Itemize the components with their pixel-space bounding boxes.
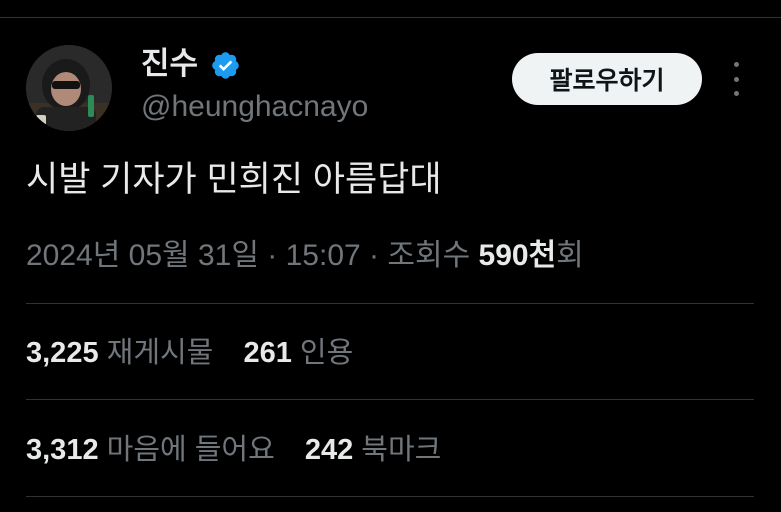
stats-row-likes: 3,312 마음에 들어요 242 북마크 <box>26 431 441 469</box>
quotes-count: 261 <box>243 337 292 369</box>
follow-button[interactable]: 팔로우하기 <box>512 53 702 105</box>
verified-badge-icon <box>212 52 239 79</box>
tweet-text: 시발 기자가 민희진 아름답대 <box>26 160 442 199</box>
bookmarks-label: 북마크 <box>361 434 442 466</box>
reposts-count: 3,225 <box>26 337 99 369</box>
avatar-image <box>26 45 112 131</box>
tweet-time[interactable]: 15:07 <box>286 239 361 272</box>
views-count: 590천 <box>478 239 557 272</box>
more-vertical-icon[interactable] <box>727 62 745 96</box>
reposts-stat[interactable]: 3,225 재게시물 <box>26 334 213 372</box>
meta-separator: · <box>258 239 286 272</box>
tweet-date[interactable]: 2024년 05월 31일 <box>26 239 259 272</box>
display-name[interactable]: 진수 <box>141 45 198 83</box>
stats-row-reposts: 3,225 재게시물 261 인용 <box>26 334 353 372</box>
avatar[interactable] <box>26 45 112 131</box>
top-divider <box>0 17 781 18</box>
divider <box>26 496 754 497</box>
bookmarks-stat[interactable]: 242 북마크 <box>305 431 442 469</box>
user-handle[interactable]: @heunghacnayo <box>141 88 368 126</box>
quotes-label: 인용 <box>299 337 354 369</box>
meta-separator: · <box>360 239 388 272</box>
tweet-meta: 2024년 05월 31일 · 15:07 · 조회수 590천회 <box>26 236 584 276</box>
quotes-stat[interactable]: 261 인용 <box>243 334 353 372</box>
views-label: 조회수 <box>387 239 479 272</box>
likes-count: 3,312 <box>26 434 99 466</box>
divider <box>26 303 754 304</box>
likes-label: 마음에 들어요 <box>106 434 275 466</box>
views-suffix: 회 <box>556 239 584 272</box>
divider <box>26 399 754 400</box>
reposts-label: 재게시물 <box>106 337 214 369</box>
bookmarks-count: 242 <box>304 434 354 466</box>
likes-stat[interactable]: 3,312 마음에 들어요 <box>26 431 275 469</box>
